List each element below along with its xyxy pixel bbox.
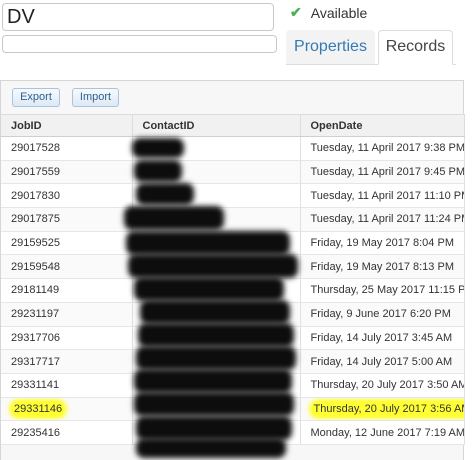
name-input[interactable]: DV [2, 3, 274, 31]
redaction-mark [128, 254, 298, 278]
redaction-mark [134, 392, 294, 416]
cell-jobid: 29331141 [1, 373, 133, 398]
tab-properties[interactable]: Properties [286, 30, 375, 64]
tab-records[interactable]: Records [378, 30, 453, 65]
redaction-mark [134, 369, 292, 393]
jobid-value: 29017830 [11, 189, 60, 202]
opendate-value: Tuesday, 11 April 2017 11:10 PM [310, 189, 464, 202]
jobid-value: 29017528 [11, 142, 60, 155]
redaction-mark [140, 300, 290, 324]
cell-jobid: 29181149 [1, 278, 133, 303]
jobid-value: 29331141 [11, 379, 60, 392]
opendate-value: Thursday, 20 July 2017 3:56 AM [310, 400, 463, 417]
column-header-jobid[interactable]: JobID [1, 114, 133, 137]
cell-opendate: Friday, 14 July 2017 5:00 AM [300, 349, 465, 374]
jobid-value: 29235416 [11, 426, 60, 439]
cell-jobid: 29331146 [1, 397, 133, 422]
redaction-mark [134, 277, 284, 301]
opendate-value: Thursday, 25 May 2017 11:15 PM [310, 284, 464, 297]
opendate-value: Friday, 9 June 2017 6:20 PM [310, 308, 451, 321]
availability-label: Available [310, 4, 368, 21]
jobid-value: 29017559 [11, 166, 60, 179]
cell-opendate: Friday, 19 May 2017 8:04 PM [300, 231, 465, 256]
table-row[interactable]: 29017830 Tuesday, 11 April 2017 11:10 PM [1, 183, 465, 209]
cell-jobid: 29317717 [1, 349, 133, 374]
cell-jobid: 29231197 [1, 302, 133, 327]
redaction-mark [136, 346, 296, 370]
opendate-value: Thursday, 20 July 2017 3:50 AM [310, 379, 464, 392]
cell-opendate: Tuesday, 11 April 2017 11:10 PM [300, 183, 465, 209]
jobid-value: 29181149 [11, 284, 60, 297]
jobid-value: 29159548 [11, 260, 60, 273]
cell-opendate: Thursday, 20 July 2017 3:56 AM [300, 397, 465, 422]
opendate-value: Friday, 19 May 2017 8:04 PM [310, 237, 454, 250]
jobid-value: 29317717 [11, 355, 60, 368]
cell-jobid: 29017875 [1, 207, 133, 232]
redaction-mark [136, 416, 292, 440]
cell-opendate: Tuesday, 11 April 2017 9:38 PM [300, 136, 465, 161]
column-header-contactid[interactable]: ContactID [132, 114, 301, 137]
redaction-mark [126, 231, 290, 255]
table-row[interactable]: 29017528 Tuesday, 11 April 2017 9:38 PM [1, 136, 465, 161]
cell-opendate: Friday, 14 July 2017 3:45 AM [300, 326, 465, 351]
export-button[interactable]: Export [12, 88, 60, 107]
opendate-value: Tuesday, 11 April 2017 9:45 PM [310, 166, 464, 179]
jobid-value: 29231197 [11, 308, 60, 321]
cell-jobid: 29235416 [1, 420, 133, 445]
jobid-value: 29317706 [11, 331, 60, 344]
opendate-value: Tuesday, 11 April 2017 9:38 PM [310, 142, 464, 155]
table-row[interactable]: 29017559 Tuesday, 11 April 2017 9:45 PM [1, 160, 465, 185]
availability-status: ✔ Available [290, 4, 367, 21]
jobid-value: 29159525 [11, 237, 60, 250]
cell-opendate: Friday, 19 May 2017 8:13 PM [300, 254, 465, 280]
column-header-opendate[interactable]: OpenDate [300, 114, 465, 137]
redaction-mark [134, 160, 182, 182]
cell-opendate: Thursday, 25 May 2017 11:15 PM [300, 278, 465, 303]
table-row[interactable]: 29017875 Tuesday, 11 April 2017 11:24 PM [1, 207, 465, 232]
cell-jobid: 29017830 [1, 183, 133, 209]
tab-bar: Properties Records [286, 30, 456, 65]
redaction-mark [132, 138, 184, 158]
opendate-value: Tuesday, 11 April 2017 11:24 PM [310, 213, 464, 226]
cell-opendate: Tuesday, 11 April 2017 9:45 PM [300, 160, 465, 185]
opendate-value: Friday, 14 July 2017 5:00 AM [310, 355, 453, 368]
cell-jobid: 29159548 [1, 254, 133, 280]
jobid-value: 29331146 [11, 400, 66, 417]
cell-jobid: 29017528 [1, 136, 133, 161]
redaction-mark [138, 323, 294, 347]
cell-jobid: 29017559 [1, 160, 133, 185]
opendate-value: Friday, 14 July 2017 3:45 AM [310, 331, 453, 344]
redaction-mark [124, 206, 224, 230]
cell-opendate: Monday, 12 June 2017 7:19 AM [300, 420, 465, 445]
redaction-mark [136, 183, 194, 205]
cell-opendate: Tuesday, 11 April 2017 11:24 PM [300, 207, 465, 232]
jobid-value: 29017875 [11, 213, 60, 226]
cell-jobid: 29317706 [1, 326, 133, 351]
opendate-value: Monday, 12 June 2017 7:19 AM [310, 426, 464, 439]
secondary-input[interactable] [2, 35, 277, 53]
import-button[interactable]: Import [72, 88, 119, 107]
cell-jobid: 29159525 [1, 231, 133, 256]
table-header-row: JobID ContactID OpenDate [1, 114, 465, 137]
redaction-mark [136, 438, 286, 458]
opendate-value: Friday, 19 May 2017 8:13 PM [310, 260, 454, 273]
cell-opendate: Friday, 9 June 2017 6:20 PM [300, 302, 465, 327]
cell-opendate: Thursday, 20 July 2017 3:50 AM [300, 373, 465, 398]
checkmark-icon: ✔ [290, 4, 302, 20]
